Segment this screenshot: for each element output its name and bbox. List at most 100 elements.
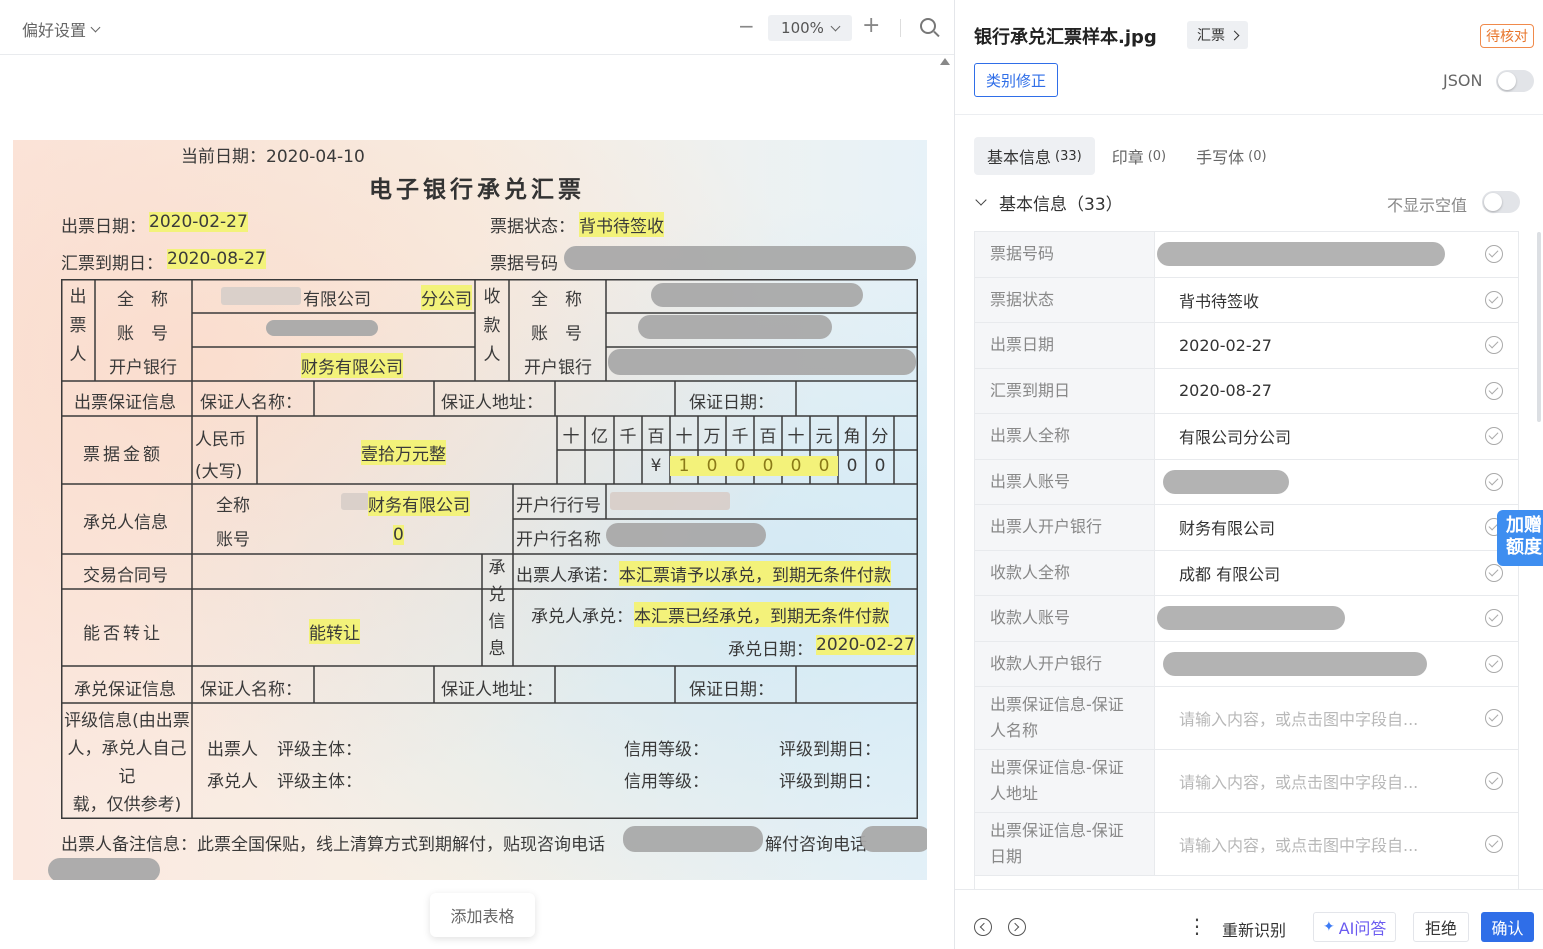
rating-due-label: 评级到期日： — [779, 740, 881, 760]
tab-seal[interactable]: 印章 (0) — [1099, 137, 1179, 175]
tab-handwriting[interactable]: 手写体 (0) — [1183, 137, 1279, 175]
digit-header: 元 — [815, 427, 833, 447]
drawer-vertical-label: 出 票 人 — [66, 283, 90, 370]
payee-vertical-label: 收 款 人 — [480, 283, 504, 370]
check-circle-icon[interactable] — [1485, 472, 1503, 491]
zoom-in-button[interactable]: + — [862, 13, 880, 38]
ai-qa-label: AI问答 — [1338, 919, 1387, 938]
zoom-out-button[interactable]: − — [738, 14, 755, 38]
guarantee-date-label: 保证日期： — [689, 393, 774, 413]
field-label: 收款人账号 — [975, 596, 1155, 641]
field-label: 收款人全称 — [975, 550, 1155, 595]
field-value-input[interactable]: 请输入内容，或点击图中字段自... — [1155, 750, 1518, 812]
more-icon[interactable]: ⋮ — [1187, 916, 1207, 936]
field-row: 出票保证信息-保证日期 请输入内容，或点击图中字段自... — [975, 813, 1518, 876]
field-value-input[interactable]: 2020-08-27 — [1155, 369, 1518, 414]
toolbar-divider — [900, 19, 901, 37]
check-circle-icon[interactable] — [1485, 772, 1503, 790]
digit-header: 十 — [675, 427, 693, 447]
acceptor-account-label: 账号 — [216, 530, 250, 550]
field-label: 出票保证信息-保证日期 — [975, 813, 1155, 875]
redacted-phone-3 — [48, 858, 160, 880]
digit-value: 0 — [874, 456, 886, 476]
header-divider — [955, 114, 1543, 115]
payee-account-label: 账 号 — [531, 324, 582, 344]
tab-label: 印章 — [1111, 148, 1144, 167]
field-value-input[interactable] — [1155, 642, 1518, 687]
field-value-input[interactable]: 有限公司分公司 — [1155, 414, 1518, 459]
digit-header: 分 — [871, 427, 889, 447]
check-circle-icon[interactable] — [1485, 427, 1503, 446]
check-circle-icon[interactable] — [1485, 709, 1503, 727]
check-circle-icon[interactable] — [1485, 245, 1503, 264]
field-label: 票据号码 — [975, 232, 1155, 277]
drawer-bank-value: 财务有限公司 — [301, 353, 403, 378]
reject-button[interactable]: 拒绝 — [1413, 912, 1470, 942]
zoom-value: 100% — [781, 19, 824, 37]
next-arrow-icon[interactable] — [1008, 918, 1026, 936]
field-label: 汇票到期日 — [975, 368, 1155, 413]
json-toggle[interactable] — [1496, 70, 1534, 92]
field-value-input[interactable]: 背书待签收 — [1155, 278, 1518, 323]
payee-char: 款 — [483, 316, 501, 336]
payee-char: 收 — [483, 287, 501, 307]
field-value-input[interactable]: 财务有限公司 — [1155, 505, 1518, 550]
field-value-input[interactable] — [1155, 596, 1518, 641]
field-tabs: 基本信息 (33) 印章 (0) 手写体 (0) — [974, 137, 1280, 175]
search-icon[interactable] — [920, 18, 936, 34]
drawer-name-part: 有限公司 — [303, 290, 371, 310]
bonus-quota-button[interactable]: 加赠额度 — [1497, 510, 1543, 566]
digit-header: 百 — [759, 427, 777, 447]
document-image[interactable]: 当前日期：2020-04-10 电子银行承兑汇票 出票日期： 2020-02-2… — [13, 140, 927, 880]
field-value-input[interactable]: 请输入内容，或点击图中字段自... — [1155, 813, 1518, 875]
drawer-char: 票 — [69, 316, 87, 336]
rating-label-line: 载，仅供参考) — [72, 795, 182, 815]
tab-basic-info[interactable]: 基本信息 (33) — [974, 137, 1095, 175]
check-circle-icon[interactable] — [1485, 563, 1503, 582]
field-value-input[interactable] — [1155, 232, 1518, 277]
field-value-input[interactable]: 请输入内容，或点击图中字段自... — [1155, 687, 1518, 749]
digit-value: 1 — [670, 456, 698, 476]
tab-count: (0) — [1147, 148, 1167, 164]
contract-label: 交易合同号 — [83, 566, 168, 586]
acc-guarantor-addr-label: 保证人地址： — [441, 680, 543, 700]
check-circle-icon[interactable] — [1485, 381, 1503, 400]
field-value-input[interactable]: 2020-02-27 — [1155, 323, 1518, 368]
add-table-button[interactable]: 添加表格 — [430, 893, 535, 937]
recognition-panel: 银行承兑汇票样本.jpg 汇票 待核对 类别修正 JSON 基本信息 (33) … — [955, 0, 1543, 949]
digit-header: 千 — [731, 427, 749, 447]
check-circle-icon[interactable] — [1485, 835, 1503, 853]
category-fix-button[interactable]: 类别修正 — [974, 63, 1058, 97]
prev-arrow-icon[interactable] — [974, 918, 992, 936]
doc-type-tag[interactable]: 汇票 — [1187, 21, 1248, 49]
redacted-phone-1 — [623, 826, 763, 852]
check-circle-icon[interactable] — [1485, 336, 1503, 355]
payee-bank-label: 开户银行 — [524, 358, 592, 378]
check-circle-icon[interactable] — [1485, 654, 1503, 673]
digit-header: 千 — [619, 427, 637, 447]
tab-count: (0) — [1248, 148, 1267, 164]
digit-value: 0 — [726, 456, 754, 476]
ai-qa-button[interactable]: ✦ AI问答 — [1313, 912, 1397, 942]
field-value-input[interactable] — [1155, 460, 1518, 505]
confirm-button[interactable]: 确认 — [1481, 912, 1534, 942]
zoom-select[interactable]: 100% — [768, 15, 852, 41]
check-circle-icon[interactable] — [1485, 290, 1503, 309]
due-date-value: 2020-08-27 — [167, 249, 266, 269]
json-label: JSON — [1443, 71, 1483, 90]
panel-scrollbar[interactable] — [1537, 232, 1541, 422]
check-circle-icon[interactable] — [1485, 609, 1503, 628]
field-value-input[interactable]: 成都 有限公司 — [1155, 551, 1518, 596]
re-recognize-button[interactable]: 重新识别 — [1222, 917, 1286, 941]
scroll-up-arrow-icon[interactable] — [940, 58, 950, 65]
field-row: 票据号码 — [975, 232, 1518, 278]
field-row: 收款人全称 成都 有限公司 — [975, 550, 1518, 596]
bank-no-label: 开户行行号 — [516, 496, 601, 516]
amount-caps-value: 壹拾万元整 — [361, 440, 446, 465]
field-row: 收款人开户银行 — [975, 641, 1518, 687]
hide-empty-toggle[interactable] — [1482, 191, 1520, 213]
chevron-down-icon — [90, 22, 101, 32]
preferences-dropdown[interactable]: 偏好设置 — [22, 17, 101, 41]
section-header[interactable]: 基本信息（33） — [975, 190, 1123, 215]
doc-title: 电子银行承兑汇票 — [369, 177, 585, 203]
